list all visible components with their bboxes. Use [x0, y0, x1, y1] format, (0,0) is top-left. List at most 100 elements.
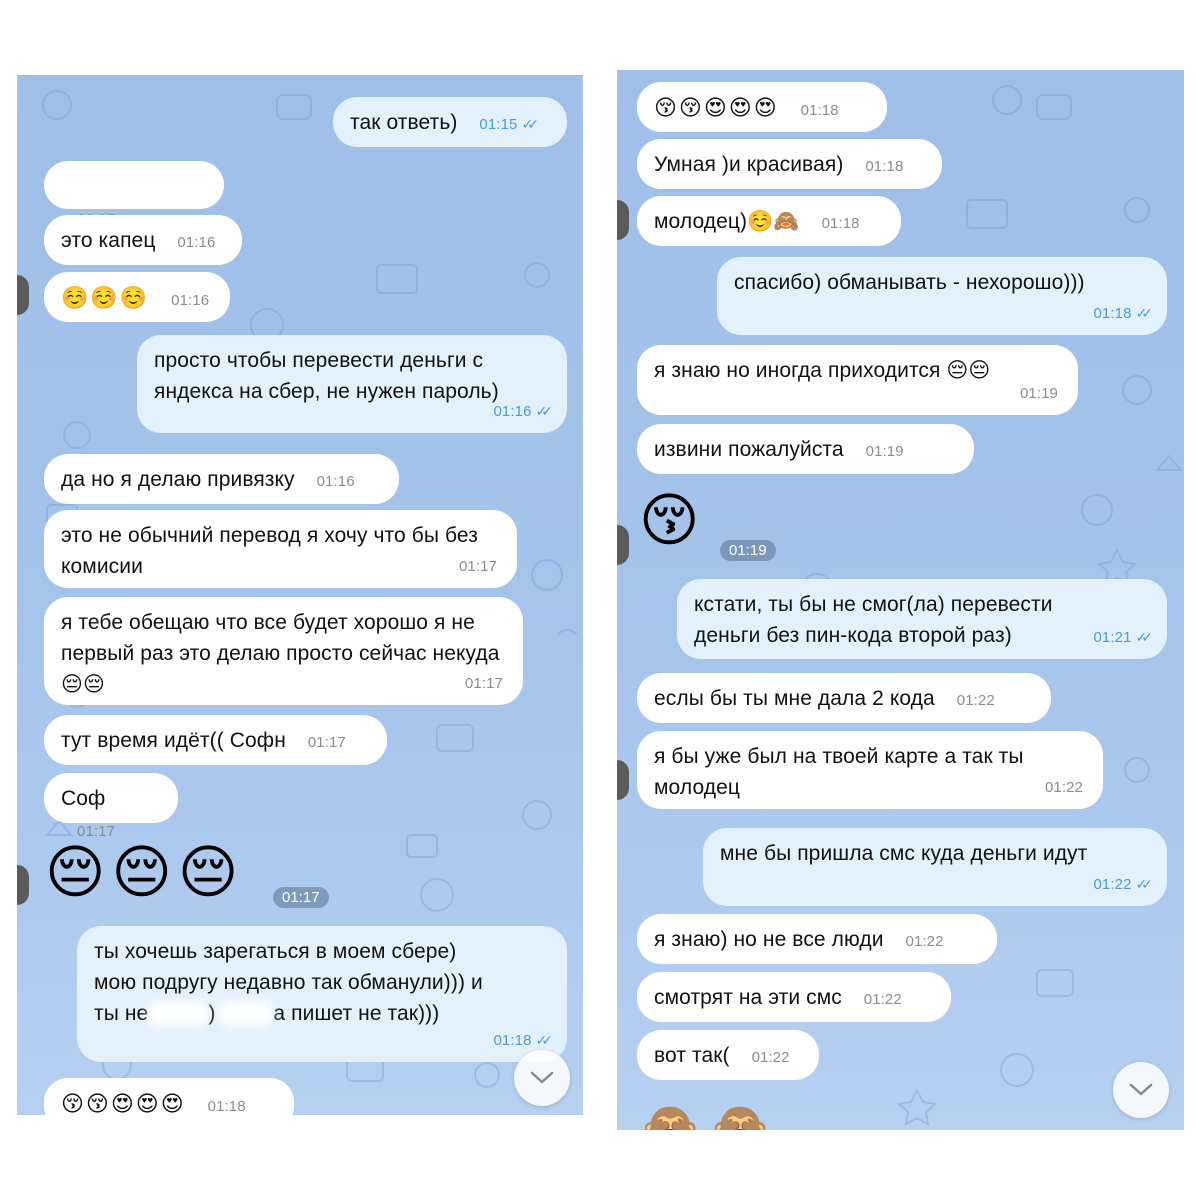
- double-check-icon: ✓✓: [521, 116, 539, 132]
- message-time: 01:19: [720, 540, 776, 561]
- emoji-message[interactable]: 🙈🙈: [639, 1095, 780, 1130]
- message-text: да но я делаю привязку: [61, 468, 295, 491]
- redacted-text: [61, 176, 151, 199]
- message-time: 01:18: [865, 158, 904, 175]
- message-time: 01:22: [905, 933, 944, 950]
- double-check-icon: ✓✓: [1135, 305, 1154, 321]
- double-check-icon: ✓✓: [1135, 629, 1154, 645]
- message-incoming[interactable]: я бы уже был на твоей карте а так ты мол…: [637, 731, 1103, 809]
- message-text: я знаю но иногда приходится 😔😔: [654, 359, 991, 382]
- message-time: 01:17: [464, 675, 503, 692]
- message-outgoing[interactable]: спасибо) обманывать - нехорошо))) 01:18 ✓…: [717, 257, 1167, 335]
- message-time: 01:22: [1044, 779, 1083, 796]
- message-text: вот так(: [654, 1044, 730, 1067]
- message-text: я тебе обещаю что все будет хорошо я не …: [61, 611, 500, 696]
- message-text-line: мою подругу недавно так обманули))) и: [94, 971, 483, 994]
- message-text: это не обычний перевод я хочу что бы без…: [61, 524, 478, 578]
- message-time: 01:22: [956, 692, 995, 709]
- message-incoming[interactable]: я знаю) но не все люди 01:22: [637, 914, 997, 964]
- message-text: 😚😚😍😍😍: [61, 1091, 186, 1115]
- message-text: Умная )и красивая): [654, 153, 844, 176]
- double-check-icon: ✓✓: [535, 403, 554, 419]
- message-incoming[interactable]: 😚😚😍😍😍 01:18: [44, 1078, 294, 1115]
- message-text: извини пожалуйста: [654, 438, 844, 461]
- message-time: 01:22: [751, 1049, 790, 1066]
- message-incoming[interactable]: тут время идёт(( Софн 01:17: [44, 715, 387, 765]
- scroll-to-bottom-button[interactable]: [514, 1050, 570, 1106]
- message-outgoing[interactable]: мне бы пришла смс куда деньги идут 01:22…: [703, 828, 1167, 906]
- message-text: это капец: [61, 229, 156, 252]
- message-incoming[interactable]: еслы бы ты мне дала 2 кода 01:22: [637, 673, 1051, 723]
- message-text: молодец)☺️🙈: [654, 210, 800, 233]
- message-outgoing[interactable]: так ответь) 01:15 ✓✓: [333, 97, 567, 147]
- chat-screenshot-left: так ответь) 01:15✓✓ 01:15 это капец 01:1…: [17, 75, 583, 1115]
- sender-avatar: [17, 865, 29, 905]
- sender-avatar: [17, 275, 29, 315]
- message-time: 01:16: [316, 473, 355, 490]
- message-text-line: ты хочешь зарегаться в моем сбере): [94, 940, 457, 963]
- message-time: 01:17: [77, 823, 116, 840]
- message-text: смотрят на эти смс: [654, 986, 842, 1009]
- message-time: 01:16: [171, 292, 210, 309]
- message-text: еслы бы ты мне дала 2 кода: [654, 687, 935, 710]
- message-text: спасибо) обманывать - нехорошо))): [734, 271, 1085, 294]
- scroll-to-bottom-button[interactable]: [1113, 1062, 1169, 1118]
- message-text-fragment: ): [208, 1002, 216, 1025]
- message-time: 01:21: [1093, 629, 1132, 646]
- emoji-message[interactable]: 😚: [639, 488, 699, 554]
- message-incoming[interactable]: молодец)☺️🙈 01:18: [637, 196, 901, 246]
- double-check-icon: ✓✓: [535, 1032, 554, 1048]
- message-time: 01:19: [1019, 385, 1058, 402]
- message-text: я знаю) но не все люди: [654, 928, 884, 951]
- sender-avatar: [617, 760, 629, 800]
- message-text: так ответь): [350, 111, 458, 134]
- message-incoming[interactable]: я тебе обещаю что все будет хорошо я не …: [44, 597, 523, 705]
- message-text-fragment: ты не: [94, 1002, 149, 1025]
- message-outgoing[interactable]: кстати, ты бы не смог(ла) перевести день…: [677, 579, 1167, 659]
- message-time: 01:18: [821, 215, 860, 232]
- double-check-icon: ✓✓: [1135, 876, 1154, 892]
- message-time: 01:18: [1093, 305, 1132, 322]
- message-incoming[interactable]: смотрят на эти смс 01:22: [637, 972, 951, 1022]
- message-text-fragment: а пишет не так))): [273, 1002, 440, 1025]
- message-incoming[interactable]: Умная )и красивая) 01:18: [637, 139, 942, 189]
- message-time: 01:22: [863, 991, 902, 1008]
- message-incoming[interactable]: это не обычний перевод я хочу что бы без…: [44, 510, 517, 588]
- message-incoming[interactable]: это капец 01:16: [44, 215, 242, 265]
- message-incoming[interactable]: Соф 01:17: [44, 773, 178, 840]
- sender-avatar: [617, 200, 629, 240]
- sender-avatar: [617, 525, 629, 565]
- message-text: ☺️☺️☺️: [61, 285, 150, 310]
- message-incoming[interactable]: я знаю но иногда приходится 😔😔 01:19: [637, 345, 1078, 415]
- message-text: 😚😚😍😍😍: [654, 95, 779, 120]
- message-time: 01:16: [493, 403, 532, 420]
- redacted-text: [219, 1001, 274, 1028]
- chevron-down-icon: [530, 1071, 554, 1084]
- redacted-text: [148, 1001, 209, 1028]
- message-text: тут время идёт(( Софн: [61, 729, 286, 752]
- message-time: 01:22: [1093, 876, 1132, 893]
- message-text: Соф: [61, 787, 106, 810]
- message-text: мне бы пришла смс куда деньги идут: [720, 842, 1088, 865]
- message-incoming[interactable]: 01:15: [44, 161, 224, 228]
- message-time: 01:17: [307, 734, 346, 751]
- message-time: 01:18: [493, 1032, 532, 1049]
- message-time: 01:19: [865, 443, 904, 460]
- message-time: 01:18: [800, 102, 839, 119]
- message-text: кстати, ты бы не смог(ла) перевести день…: [694, 593, 1053, 647]
- chat-screenshot-right: 😚😚😍😍😍 01:18 Умная )и красивая) 01:18 мол…: [617, 70, 1184, 1130]
- message-time: 01:15: [479, 116, 518, 133]
- message-incoming[interactable]: вот так( 01:22: [637, 1030, 819, 1080]
- message-outgoing[interactable]: просто чтобы перевести деньги с яндекса …: [137, 335, 567, 433]
- message-incoming[interactable]: ☺️☺️☺️ 01:16: [44, 272, 230, 322]
- message-time: 01:18: [207, 1098, 246, 1115]
- message-time: 01:17: [273, 887, 329, 908]
- emoji-message[interactable]: 😔😔😔: [45, 840, 244, 906]
- message-incoming[interactable]: да но я делаю привязку 01:16: [44, 454, 399, 504]
- message-time: 01:17: [458, 558, 497, 575]
- message-incoming[interactable]: извини пожалуйста 01:19: [637, 424, 974, 474]
- message-incoming[interactable]: 😚😚😍😍😍 01:18: [637, 82, 887, 132]
- chevron-down-icon: [1129, 1083, 1153, 1096]
- message-time: 01:16: [177, 234, 216, 251]
- message-outgoing[interactable]: ты хочешь зарегаться в моем сбере) мою п…: [77, 926, 567, 1062]
